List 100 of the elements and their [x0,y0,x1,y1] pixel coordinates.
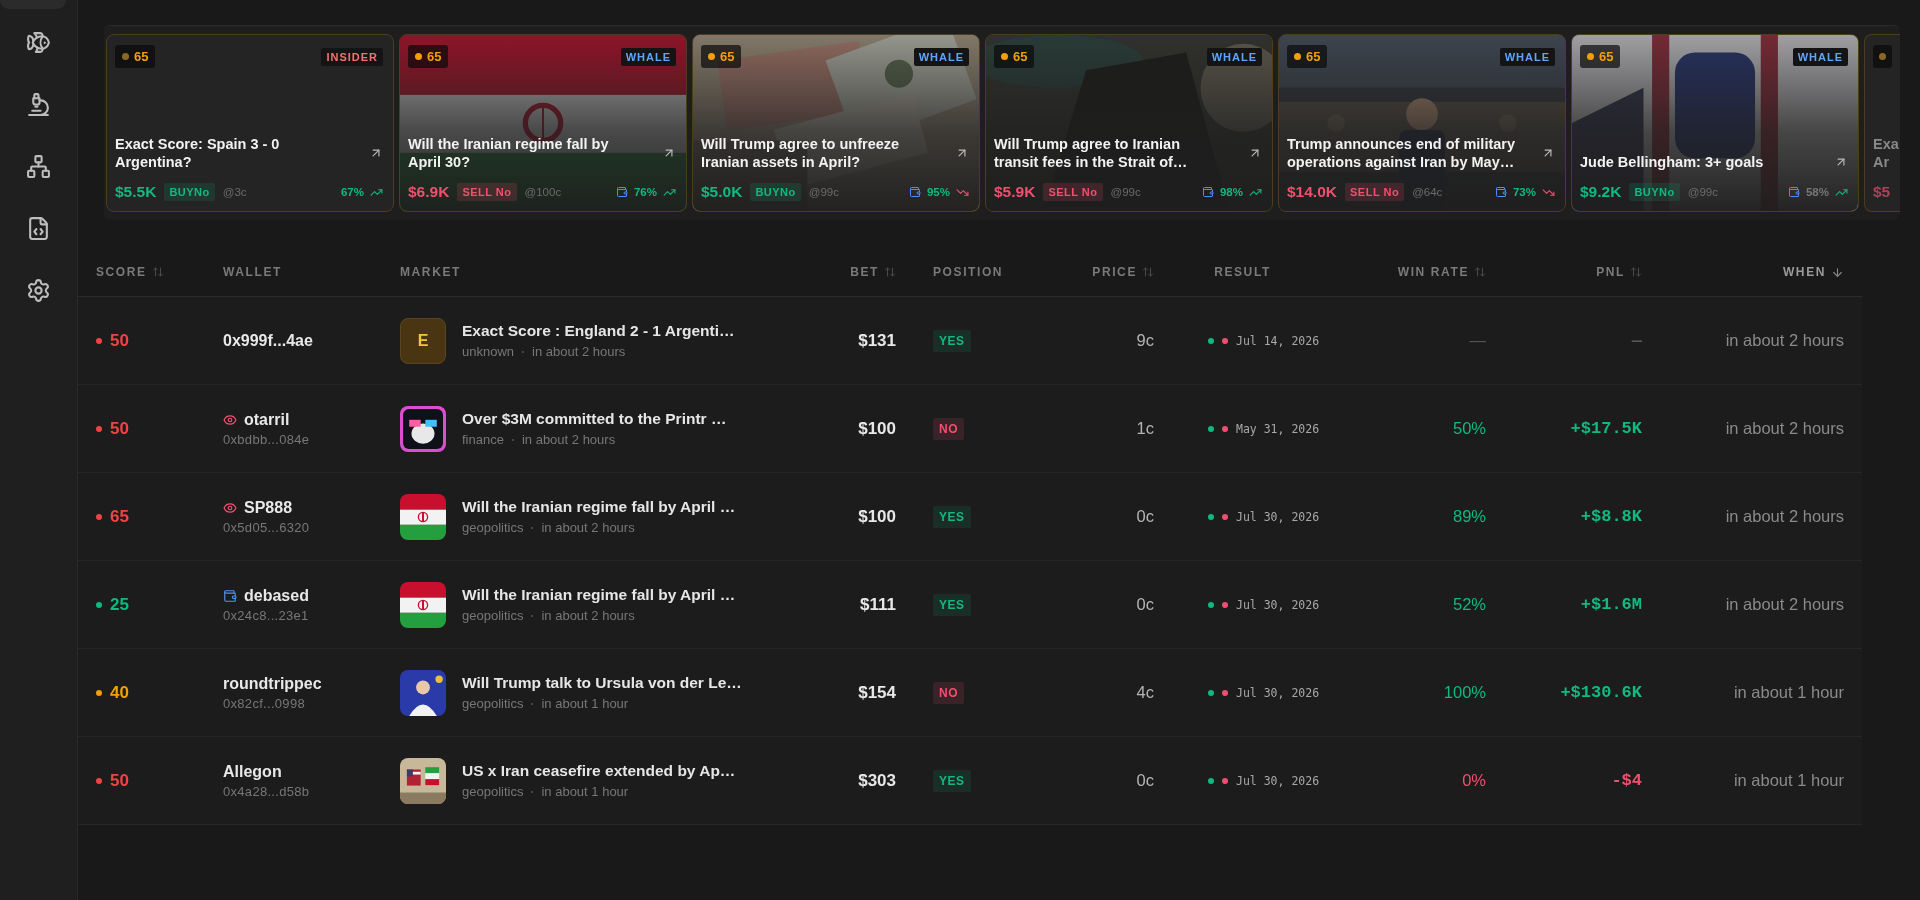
market-title[interactable]: Will the Iranian regime fall by April … [462,498,736,516]
yes-dot [1208,337,1214,344]
wallet-address: 0x24c8...23e1 [223,607,309,623]
position-label: NO [933,417,964,440]
result-date: Jul 30, 2026 [1236,597,1320,612]
settings-icon[interactable] [26,278,51,303]
column-header[interactable]: BET [850,265,896,279]
trader-tag: INSIDER [321,47,383,66]
market-time: in about 2 hours [532,344,626,359]
card-amount: $9.2K [1580,183,1622,201]
price-handle: @99c [808,186,839,198]
no-dot [1222,601,1228,608]
market-card[interactable]: 65 WHALE Will Trump agree to unfreeze Iranian assets in April? $5.0K BUYNo @99c 95% [692,34,980,212]
when-time: in about 2 hours [1725,419,1844,438]
column-header[interactable]: SCORE [96,265,164,279]
market-title[interactable]: US x Iran ceasefire extended by Ap… [462,762,736,780]
market-category: unknown [462,344,515,359]
yes-dot [1208,777,1214,784]
column-header: MARKET [400,265,461,279]
market-title[interactable]: Over $3M committed to the Printr … [462,410,727,428]
sort-descending-icon[interactable] [1831,265,1844,279]
fish-icon[interactable] [26,30,51,55]
position-label: YES [933,769,971,792]
market-time: in about 2 hours [521,432,616,447]
card-amount: $5.9K [994,183,1036,201]
column-header[interactable]: PNL [1596,265,1642,279]
wallet-address: 0x4a28...d58b [223,783,310,799]
price-handle: @100c [524,186,562,198]
market-card[interactable]: 65 INSIDER Exact Score: Spain 3 - 0 Argentina? $5.5K BUYNo @3c 67% [106,34,394,212]
win-rate: 0% [1462,771,1486,790]
pnl-value: — [1631,331,1642,350]
card-title: Exact Score: Spain 3 - 0 Argentina? [115,135,281,171]
market-category: geopolitics [462,784,524,799]
position-label: YES [933,505,971,528]
when-time: in about 2 hours [1725,331,1844,350]
market-card[interactable]: 65 WHALE Jude Bellingham: 3+ goals $9.2K BUYNo @99c 58% [1571,34,1859,212]
no-dot [1222,425,1228,432]
win-rate: 100% [1443,683,1486,702]
column-header[interactable]: PRICE [1092,265,1154,279]
card-title: Jude Bellingham: 3+ goals [1580,153,1765,171]
score-badge: 65 [115,45,156,68]
no-dot [1222,777,1228,784]
score-value: 50 [96,330,129,351]
win-rate: 50% [1452,419,1486,438]
pnl-value: -$4 [1611,771,1642,790]
result-date: Jul 14, 2026 [1236,333,1320,348]
column-header[interactable]: WHEN [1782,265,1844,279]
bet-amount: $131 [858,330,896,351]
win-percent: 73% [1512,186,1536,198]
card-title: Exa [1873,135,1900,153]
column-header: POSITION [933,265,1004,279]
card-amount: $6.9K [408,183,450,201]
score-badge: 65 [994,45,1035,68]
market-card[interactable]: 65 WHALE Trump announces end of military operations against Iran by May… $14.0K SELL No @64c 73% [1278,34,1566,212]
market-time: in about 1 hour [541,784,629,799]
card-amount: $5.0K [701,183,743,201]
network-icon[interactable] [26,154,51,179]
when-time: in about 2 hours [1725,507,1844,526]
microscope-icon[interactable] [26,92,51,117]
score-badge: 65 [701,45,742,68]
win-rate: — [1469,331,1486,350]
market-card[interactable]: 65 WHALE Will Trump agree to Iranian transit fees in the Strait of… $5.9K SELL No @99c 98% [985,34,1273,212]
win-percent: 67% [340,186,364,198]
yes-dot [1208,513,1214,520]
wallet-name[interactable]: Allegon [223,762,310,781]
pnl-value: +$130.6K [1560,683,1642,702]
side-label: BUYNo [1629,183,1680,201]
market-time: in about 2 hours [541,520,635,535]
market-category: geopolitics [462,520,524,535]
wallet-name[interactable]: SP888 [223,498,310,517]
score-value: 50 [96,770,129,791]
pnl-value: +$1.6M [1580,595,1642,614]
wallet-name[interactable]: roundtrippec [223,674,322,693]
market-thumbnail: E [400,317,446,364]
bet-amount: $303 [858,770,896,791]
no-dot [1222,689,1228,696]
card-amount: $14.0K [1287,183,1337,201]
wallet-name[interactable]: debased [223,586,309,605]
wallet-name[interactable]: otarril [223,410,310,429]
no-dot [1222,337,1228,344]
win-percent: 58% [1805,186,1829,198]
market-title[interactable]: Will Trump talk to Ursula von der Le… [462,674,742,692]
code-file-icon[interactable] [26,216,51,241]
price-value: 1c [1136,419,1154,438]
score-badge: 65 [1287,45,1328,68]
price-value: 4c [1136,683,1154,702]
market-card[interactable]: 65 WHALE Will the Iranian regime fall by April 30? $6.9K SELL No @100c 76% [399,34,687,212]
market-title[interactable]: Exact Score : England 2 - 1 Argenti… [462,322,735,340]
side-label: BUYNo [750,183,801,201]
market-title[interactable]: Will the Iranian regime fall by April … [462,586,736,604]
result-date: Jul 30, 2026 [1236,685,1320,700]
win-percent: 76% [633,186,657,198]
price-value: 9c [1136,331,1154,350]
score-value: 25 [96,594,129,615]
column-header[interactable]: WIN RATE [1397,265,1486,279]
bet-amount: $100 [858,506,896,527]
yes-dot [1208,601,1214,608]
position-label: NO [933,681,964,704]
wallet-name[interactable]: 0x999f...4ae [223,331,313,350]
market-card[interactable]: Exa Ar $5 [1864,34,1900,212]
